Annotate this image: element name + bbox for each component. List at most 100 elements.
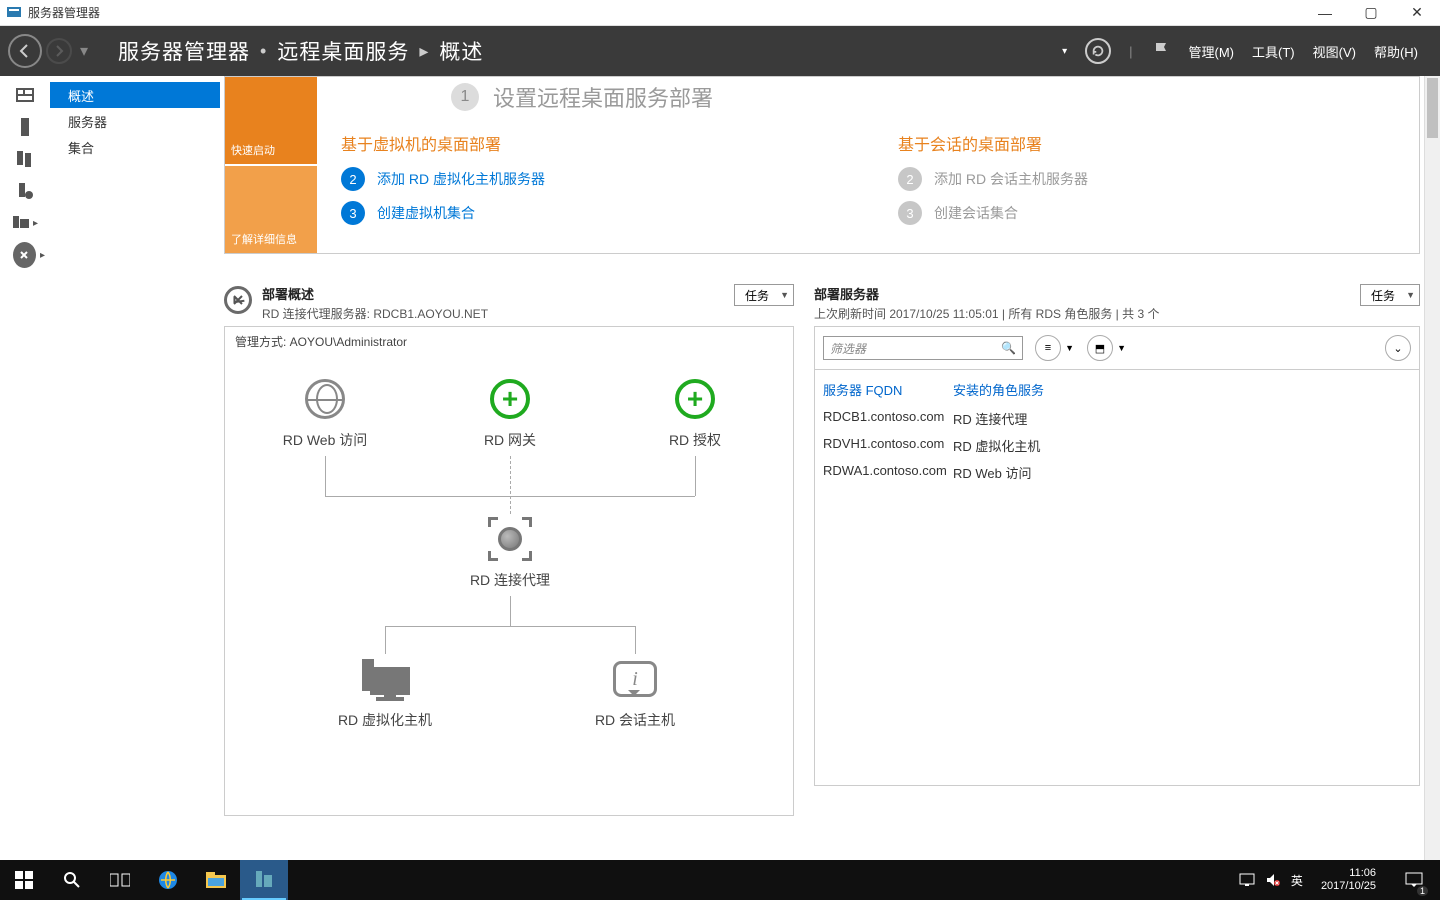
- filter-input[interactable]: 筛选器 🔍: [823, 336, 1023, 360]
- taskbar-ie-icon[interactable]: [144, 860, 192, 900]
- chevron-right-icon: •: [260, 41, 267, 62]
- broker-icon: [488, 517, 532, 561]
- rail-file-services-icon[interactable]: [13, 182, 37, 200]
- refresh-button[interactable]: [1085, 38, 1111, 64]
- scrollbar[interactable]: [1424, 76, 1440, 860]
- expand-button[interactable]: ⌄: [1385, 335, 1411, 361]
- sidenav-overview[interactable]: 概述: [50, 82, 220, 108]
- maximize-button[interactable]: ▢: [1348, 0, 1394, 26]
- nav-sep-icon: ▾: [80, 41, 88, 61]
- tile-quickstart[interactable]: 快速启动: [225, 77, 317, 164]
- tasks-dropdown[interactable]: 任务: [1360, 284, 1420, 306]
- taskbar: 英 11:06 2017/10/25 1: [0, 860, 1440, 900]
- deployment-diagram: RD Web 访问 + RD 网关 + RD 授权: [225, 356, 793, 796]
- tray-ime[interactable]: 英: [1291, 872, 1303, 889]
- rail-rds-icon[interactable]: ▸: [5, 214, 45, 232]
- filter-toolbar: 筛选器 🔍 ≡▼ ⬒▼ ⌄: [814, 326, 1420, 370]
- dropdown-icon[interactable]: ▾: [1062, 46, 1067, 57]
- tray-notifications-icon[interactable]: 1: [1394, 860, 1434, 900]
- plus-icon: +: [490, 379, 530, 419]
- rail-local-server-icon[interactable]: [13, 118, 37, 136]
- menu-view[interactable]: 视图(V): [1313, 42, 1356, 61]
- globe-icon: [305, 379, 345, 419]
- taskbar-explorer-icon[interactable]: [192, 860, 240, 900]
- deployment-setup-panel: 快速启动 了解详细信息 1 设置远程桌面服务部署 基于虚拟机的桌面部署 2添加 …: [224, 76, 1420, 254]
- tray-clock[interactable]: 11:06 2017/10/25: [1313, 867, 1384, 893]
- taskbar-server-manager-icon[interactable]: [240, 860, 288, 900]
- node-rd-sh[interactable]: i RD 会话主机: [565, 656, 705, 730]
- step-create-session-collection: 3创建会话集合: [898, 201, 1395, 225]
- navbar: ▾ 服务器管理器 • 远程桌面服务 ▸ 概述 ▾ | 管理(M) 工具(T) 视…: [0, 26, 1440, 76]
- step-create-vm-collection[interactable]: 3创建虚拟机集合: [341, 201, 838, 225]
- view-options-button[interactable]: ≡▼: [1035, 335, 1061, 361]
- servers-table: 服务器 FQDN 安装的角色服务 RDCB1.contoso.comRD 连接代…: [814, 370, 1420, 786]
- tray-volume-icon[interactable]: [1265, 873, 1281, 887]
- breadcrumb-seg[interactable]: 概述: [439, 36, 483, 66]
- deploy-overview-sub: RD 连接代理服务器: RDCB1.AOYOU.NET: [262, 305, 724, 322]
- breadcrumb-seg[interactable]: 远程桌面服务: [277, 36, 409, 66]
- filter-placeholder: 筛选器: [830, 340, 866, 357]
- back-button[interactable]: [8, 34, 42, 68]
- sidenav-servers[interactable]: 服务器: [50, 108, 220, 134]
- node-rd-vh[interactable]: RD 虚拟化主机: [315, 656, 455, 730]
- rail-selected-icon[interactable]: ▸: [5, 246, 45, 264]
- menu-manage[interactable]: 管理(M): [1189, 42, 1235, 61]
- cell-fqdn: RDWA1.contoso.com: [823, 463, 953, 482]
- table-row[interactable]: RDWA1.contoso.comRD Web 访问: [815, 459, 1419, 486]
- deployment-servers-panel: 部署服务器 上次刷新时间 2017/10/25 11:05:01 | 所有 RD…: [814, 284, 1420, 816]
- vm-deploy-heading: 基于虚拟机的桌面部署: [341, 131, 838, 155]
- forward-button[interactable]: [46, 38, 72, 64]
- plus-icon: +: [675, 379, 715, 419]
- table-row[interactable]: RDCB1.contoso.comRD 连接代理: [815, 405, 1419, 432]
- app-icon: [6, 5, 22, 21]
- minimize-button[interactable]: —: [1302, 0, 1348, 26]
- cell-role: RD Web 访问: [953, 463, 1032, 482]
- close-button[interactable]: ✕: [1394, 0, 1440, 26]
- taskview-button[interactable]: [96, 860, 144, 900]
- node-rd-web[interactable]: RD Web 访问: [255, 376, 395, 450]
- cell-fqdn: RDVH1.contoso.com: [823, 436, 953, 455]
- rail-all-servers-icon[interactable]: [13, 150, 37, 168]
- breadcrumb-seg[interactable]: 服务器管理器: [118, 36, 250, 66]
- menu-tools[interactable]: 工具(T): [1252, 42, 1295, 61]
- notifications-flag-icon[interactable]: [1151, 41, 1171, 61]
- session-deploy-heading: 基于会话的桌面部署: [898, 131, 1395, 155]
- deploy-overview-title: 部署概述: [262, 284, 724, 303]
- rail-dashboard-icon[interactable]: [13, 86, 37, 104]
- table-row[interactable]: RDVH1.contoso.comRD 虚拟化主机: [815, 432, 1419, 459]
- setup-title-text: 设置远程桌面服务部署: [493, 81, 713, 113]
- search-icon[interactable]: 🔍: [1001, 341, 1016, 355]
- icon-rail: ▸ ▸: [0, 76, 50, 860]
- col-role[interactable]: 安装的角色服务: [953, 380, 1044, 399]
- chevron-right-icon: ▸: [419, 41, 429, 62]
- vm-host-icon: [362, 659, 408, 699]
- step-add-vh-server[interactable]: 2添加 RD 虚拟化主机服务器: [341, 167, 838, 191]
- save-filter-button[interactable]: ⬒▼: [1087, 335, 1113, 361]
- cell-role: RD 虚拟化主机: [953, 436, 1040, 455]
- node-rd-broker[interactable]: RD 连接代理: [440, 516, 580, 590]
- content-area: 快速启动 了解详细信息 1 设置远程桌面服务部署 基于虚拟机的桌面部署 2添加 …: [220, 76, 1440, 860]
- deployment-overview-panel: 部署概述 RD 连接代理服务器: RDCB1.AOYOU.NET 任务 管理方式…: [224, 284, 794, 816]
- col-fqdn[interactable]: 服务器 FQDN: [823, 380, 953, 399]
- deploy-servers-title: 部署服务器: [814, 284, 1350, 303]
- step-add-sh-server: 2添加 RD 会话主机服务器: [898, 167, 1395, 191]
- start-button[interactable]: [0, 860, 48, 900]
- session-host-icon: i: [613, 661, 657, 697]
- breadcrumb: 服务器管理器 • 远程桌面服务 ▸ 概述: [118, 36, 483, 66]
- window-title: 服务器管理器: [28, 4, 100, 21]
- expand-icon[interactable]: [224, 286, 252, 314]
- menu-help[interactable]: 帮助(H): [1374, 42, 1418, 61]
- tray-network-icon[interactable]: [1239, 873, 1255, 887]
- deploy-servers-sub: 上次刷新时间 2017/10/25 11:05:01 | 所有 RDS 角色服务…: [814, 305, 1350, 322]
- search-button[interactable]: [48, 860, 96, 900]
- step-number-icon: 1: [451, 83, 479, 111]
- separator-icon: |: [1129, 44, 1132, 59]
- window-titlebar: 服务器管理器 — ▢ ✕: [0, 0, 1440, 26]
- tile-learnmore[interactable]: 了解详细信息: [225, 164, 317, 253]
- node-rd-license[interactable]: + RD 授权: [625, 376, 765, 450]
- cell-role: RD 连接代理: [953, 409, 1027, 428]
- managed-by-label: 管理方式: AOYOU\Administrator: [225, 327, 793, 356]
- sidenav-collections[interactable]: 集合: [50, 134, 220, 160]
- node-rd-gateway[interactable]: + RD 网关: [440, 376, 580, 450]
- tasks-dropdown[interactable]: 任务: [734, 284, 794, 306]
